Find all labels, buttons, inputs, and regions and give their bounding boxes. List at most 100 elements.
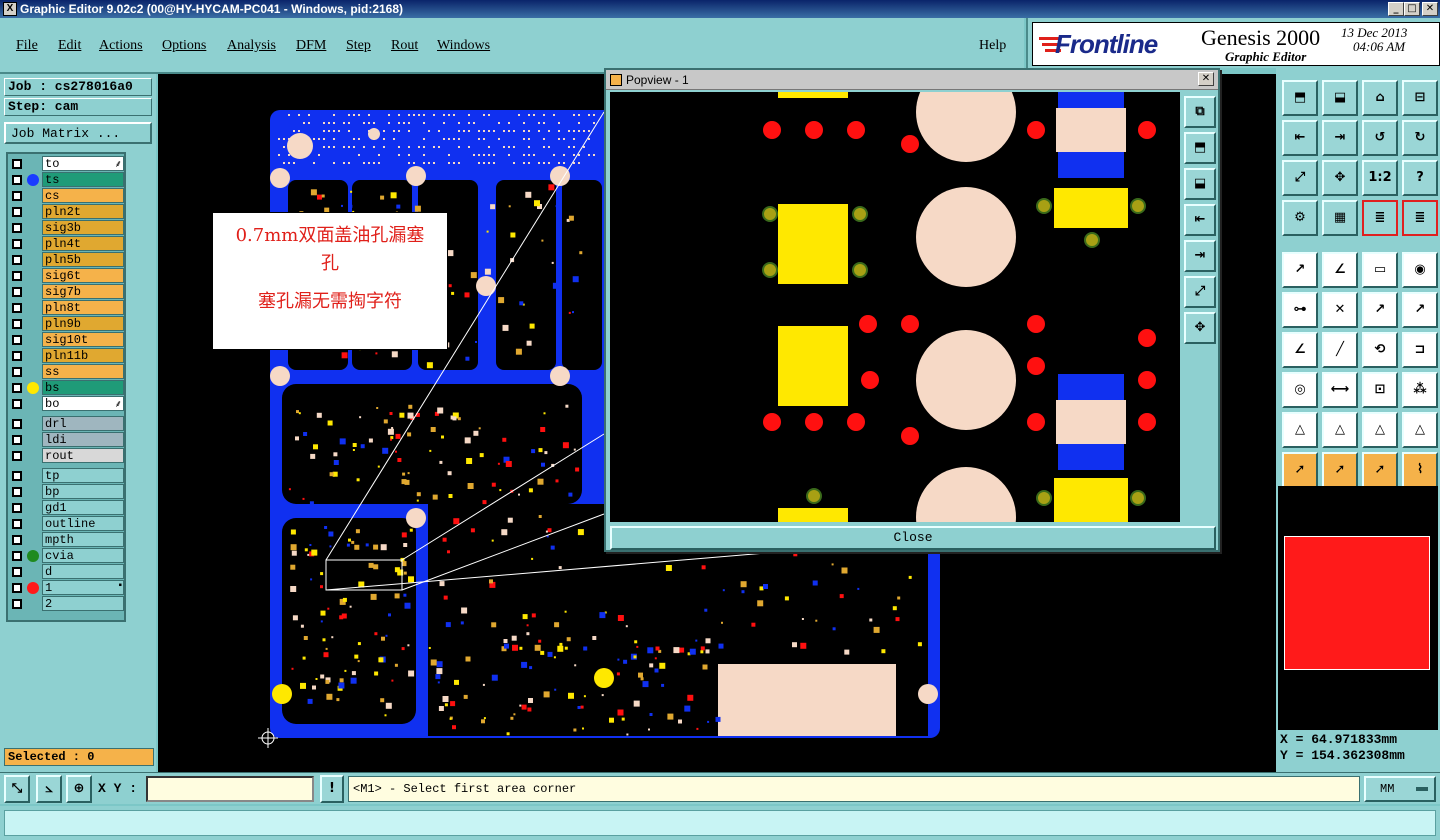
pointer-box2-icon[interactable]: ➚	[1362, 452, 1398, 488]
ruler-icon[interactable]: ▭	[1362, 252, 1398, 288]
layer-row-ldi[interactable]: ldi	[8, 432, 124, 448]
layer-row-tp[interactable]: tp	[8, 468, 124, 484]
layer-checkbox[interactable]	[12, 367, 22, 377]
layer-row-ss[interactable]: ss	[8, 364, 124, 380]
menu-rout[interactable]: Rout	[391, 38, 418, 54]
view-top-icon[interactable]: ⬒	[1282, 80, 1318, 116]
pv-center-icon[interactable]: ✥	[1184, 312, 1216, 344]
feature-icon[interactable]: ◎	[1282, 372, 1318, 408]
layer-row-gd1[interactable]: gd1	[8, 500, 124, 516]
window-split-icon[interactable]: ⊟	[1402, 80, 1438, 116]
minimize-button[interactable]: _	[1388, 2, 1404, 16]
distance-icon[interactable]: ⊡	[1362, 372, 1398, 408]
line-snap2-icon[interactable]: ↗	[1402, 292, 1438, 328]
layer-row-2[interactable]: 2	[8, 596, 124, 612]
layer-row-pln5b[interactable]: pln5b	[8, 252, 124, 268]
zoom-fit-icon[interactable]: ⤢	[1282, 160, 1318, 196]
layer-checkbox[interactable]	[12, 583, 22, 593]
layer-row-mpth[interactable]: mpth	[8, 532, 124, 548]
layer-row-pln9b[interactable]: pln9b	[8, 316, 124, 332]
menu-file[interactable]: File	[16, 38, 38, 54]
layer-checkbox[interactable]	[12, 503, 22, 513]
layer-row-bp[interactable]: bp	[8, 484, 124, 500]
layer-checkbox[interactable]	[12, 335, 22, 345]
pad-select-icon[interactable]: ◉	[1402, 252, 1438, 288]
layer-checkbox[interactable]	[12, 435, 22, 445]
layer-checkbox[interactable]	[12, 535, 22, 545]
layer-checkbox[interactable]	[12, 451, 22, 461]
xy-input[interactable]	[146, 776, 314, 802]
layer-checkbox[interactable]	[12, 175, 22, 185]
layer-row-cs[interactable]: cs	[8, 188, 124, 204]
midpoint-icon[interactable]: ⟷	[1322, 372, 1358, 408]
layer-row-pln2t[interactable]: pln2t	[8, 204, 124, 220]
layer-row-ts[interactable]: ts	[8, 172, 124, 188]
cursor-snap-icon[interactable]: ↗	[1282, 252, 1318, 288]
pan-left-icon[interactable]: ⇤	[1282, 120, 1318, 156]
pan-right-icon[interactable]: ⇥	[1322, 120, 1358, 156]
zoom-center-icon[interactable]: ✥	[1322, 160, 1358, 196]
popview-canvas[interactable]	[610, 62, 1180, 567]
layer-checkbox[interactable]	[12, 383, 22, 393]
layer-row-sig10t[interactable]: sig10t	[8, 332, 124, 348]
line-snap-icon[interactable]: ↗	[1362, 292, 1398, 328]
popview-close-x-button[interactable]: ✕	[1198, 72, 1214, 86]
measure-icon[interactable]: ⚙	[1282, 200, 1318, 236]
node-icon[interactable]: ⊶	[1282, 292, 1318, 328]
layer-row-pln8t[interactable]: pln8t	[8, 300, 124, 316]
layer-row-to[interactable]: to ⸙	[8, 156, 124, 172]
layer-checkbox[interactable]	[12, 159, 22, 169]
layer-checkbox[interactable]	[12, 487, 22, 497]
layer-row-rout[interactable]: rout	[8, 448, 124, 464]
warning-button[interactable]: !	[320, 775, 344, 803]
triangle-edit3-icon[interactable]: △	[1362, 412, 1398, 448]
pv-left-icon[interactable]: ⇤	[1184, 204, 1216, 236]
arc-angle-icon[interactable]: ∠	[1282, 332, 1318, 368]
pv-top-icon[interactable]: ⬒	[1184, 132, 1216, 164]
layer-checkbox[interactable]	[12, 519, 22, 529]
zoom-area-icon[interactable]: ⤡	[4, 775, 30, 803]
triangle-edit-icon[interactable]: △	[1282, 412, 1318, 448]
layer-checkbox[interactable]	[12, 271, 22, 281]
edge-icon[interactable]: ⊐	[1402, 332, 1438, 368]
menu-dfm[interactable]: DFM	[296, 38, 326, 54]
grid-icon[interactable]: ▦	[1322, 200, 1358, 236]
layer-checkbox[interactable]	[12, 287, 22, 297]
layer-row-bs[interactable]: bs	[8, 380, 124, 396]
triangle-edit4-icon[interactable]: △	[1402, 412, 1438, 448]
menu-actions[interactable]: Actions	[99, 38, 143, 54]
draw-line-icon[interactable]: ╱	[1322, 332, 1358, 368]
pointer-box-icon[interactable]: ➚	[1322, 452, 1358, 488]
layer-row-pln11b[interactable]: pln11b	[8, 348, 124, 364]
layer-checkbox[interactable]	[12, 191, 22, 201]
home-icon[interactable]: ⌂	[1362, 80, 1398, 116]
pv-fit-icon[interactable]: ⤢	[1184, 276, 1216, 308]
pv-copy-icon[interactable]: ⧉	[1184, 96, 1216, 128]
view-bottom-icon[interactable]: ⬓	[1322, 80, 1358, 116]
maximize-button[interactable]: □	[1404, 2, 1420, 16]
close-button[interactable]: ✕	[1422, 2, 1438, 16]
cross-snap-icon[interactable]: ✕	[1322, 292, 1358, 328]
layer-row-outline[interactable]: outline	[8, 516, 124, 532]
layer-row-d[interactable]: d	[8, 564, 124, 580]
layer-row-sig6t[interactable]: sig6t	[8, 268, 124, 284]
layer-checkbox[interactable]	[12, 419, 22, 429]
popview-close-button[interactable]: Close	[610, 526, 1216, 550]
layer-checkbox[interactable]	[12, 399, 22, 409]
pv-right-icon[interactable]: ⇥	[1184, 240, 1216, 272]
group-icon[interactable]: ⁂	[1402, 372, 1438, 408]
layer-checkbox[interactable]	[12, 207, 22, 217]
layer-row-1[interactable]: 1 ▪	[8, 580, 124, 596]
layer-checkbox[interactable]	[12, 351, 22, 361]
layer-stack-active-icon[interactable]: ≣	[1402, 200, 1438, 236]
job-matrix-button[interactable]: Job Matrix ...	[4, 122, 152, 144]
angle-icon[interactable]: ∠	[1322, 252, 1358, 288]
layer-stack-icon[interactable]: ≣	[1362, 200, 1398, 236]
rotate-icon[interactable]: ⟲	[1362, 332, 1398, 368]
layer-checkbox[interactable]	[12, 471, 22, 481]
layer-checkbox[interactable]	[12, 239, 22, 249]
layer-checkbox[interactable]	[12, 551, 22, 561]
menu-analysis[interactable]: Analysis	[227, 38, 276, 54]
redo-view-icon[interactable]: ↻	[1402, 120, 1438, 156]
triangle-edit2-icon[interactable]: △	[1322, 412, 1358, 448]
